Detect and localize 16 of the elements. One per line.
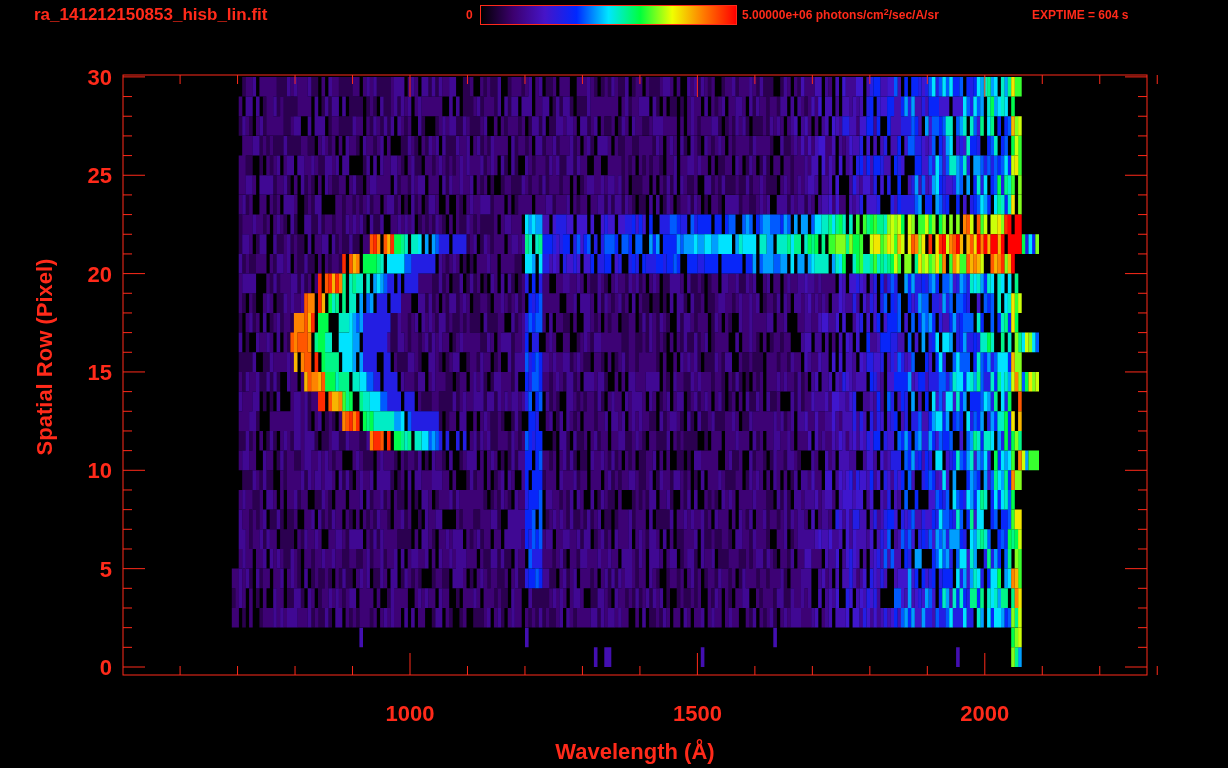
y-tick-label: 5 (99, 556, 112, 582)
x-tick-label: 1000 (385, 701, 435, 726)
y-tick-label: 15 (87, 359, 112, 385)
y-tick-label: 0 (99, 655, 112, 680)
y-tick-label: 10 (87, 458, 112, 484)
y-tick-label: 30 (87, 64, 112, 90)
y-axis-label: Spatial Row (Pixel) (32, 258, 57, 456)
y-tick-label: 20 (87, 261, 112, 287)
file-title: ra_141212150853_hisb_lin.fit (34, 4, 269, 27)
colorbar-min-label: 0 (466, 7, 474, 24)
x-tick-label: 2000 (960, 701, 1010, 726)
x-axis-label: Wavelength (Å) (555, 739, 715, 764)
colorbar-max-label: 5.00000e+06 photons/cm$^{2}$/sec/A/sr (742, 6, 940, 24)
x-tick-label: 1500 (672, 701, 722, 726)
y-tick-label: 25 (87, 163, 112, 189)
exposure-time: EXPTIME = 604 s (1032, 7, 1129, 24)
